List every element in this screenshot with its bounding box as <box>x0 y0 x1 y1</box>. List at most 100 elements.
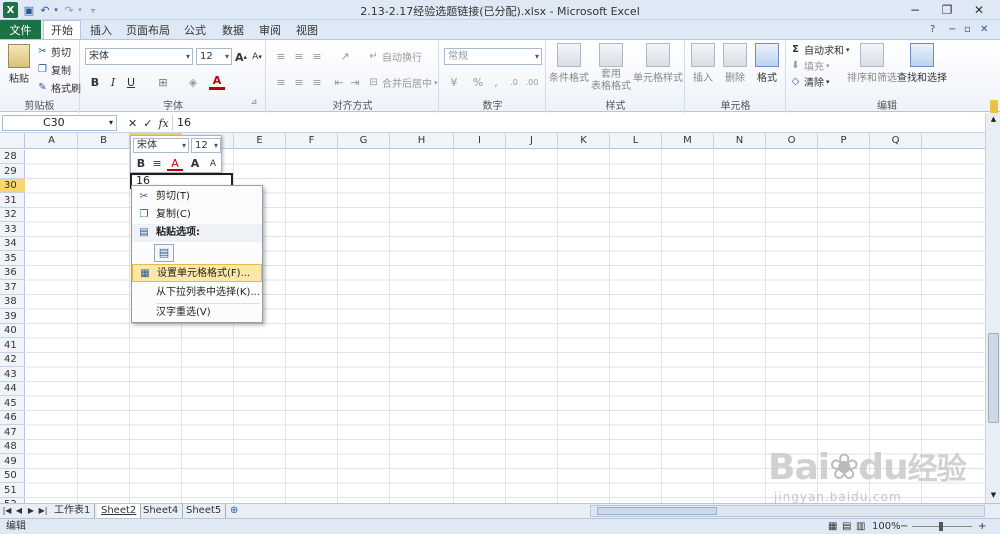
horizontal-scroll-thumb[interactable] <box>597 507 717 515</box>
column-header-i[interactable]: I <box>454 133 506 149</box>
row-header-43[interactable]: 43 <box>0 368 25 382</box>
tab-data[interactable]: 数据 <box>218 20 248 39</box>
zoom-slider-thumb[interactable] <box>939 522 943 531</box>
ribbon-close-icon[interactable]: ✕ <box>980 22 988 37</box>
first-sheet-icon[interactable]: |◀ <box>2 504 12 518</box>
clear-button[interactable]: ◇ 清除 ▾ <box>789 74 830 90</box>
align-top-icon[interactable]: ≡ <box>273 48 289 64</box>
new-sheet-icon[interactable]: ⊕ <box>226 504 242 518</box>
row-header-29[interactable]: 29 <box>0 165 25 179</box>
name-box[interactable]: C30 ▾ <box>2 115 117 131</box>
formula-input[interactable]: 16 <box>172 115 984 131</box>
column-header-m[interactable]: M <box>662 133 714 149</box>
scroll-up-icon[interactable]: ▲ <box>988 115 999 125</box>
sheet-tab-1[interactable]: 工作表1 <box>50 504 96 518</box>
ribbon-minimize-icon[interactable]: − <box>948 22 956 37</box>
font-name-combo[interactable]: 宋体 ▾ <box>85 48 193 65</box>
page-layout-view-icon[interactable]: ▤ <box>842 519 851 534</box>
row-header-45[interactable]: 45 <box>0 397 25 411</box>
menu-item-hanzi-reselect[interactable]: 汉字重选(V) <box>132 304 262 322</box>
zoom-in-button[interactable]: + <box>978 519 986 534</box>
enter-icon[interactable]: ✓ <box>143 117 152 130</box>
mini-grow-font-button[interactable]: A <box>187 157 203 171</box>
fill-button[interactable]: ⬇ 填充 ▾ <box>789 58 829 74</box>
row-header-28[interactable]: 28 <box>0 150 25 164</box>
sheet-tab-5[interactable]: Sheet5 <box>182 504 227 518</box>
column-header-p[interactable]: P <box>818 133 870 149</box>
row-header-49[interactable]: 49 <box>0 455 25 469</box>
insert-function-icon[interactable]: fx <box>158 117 168 130</box>
format-painter-button[interactable]: ✎ 格式刷 <box>36 80 81 96</box>
format-as-table-button[interactable]: 套用 表格格式 <box>591 40 631 96</box>
row-header-37[interactable]: 37 <box>0 281 25 295</box>
mini-bold-button[interactable]: B <box>133 157 149 171</box>
close-button[interactable]: ✕ <box>964 0 994 20</box>
column-header-j[interactable]: J <box>506 133 558 149</box>
mini-font-combo[interactable]: 宋体 ▾ <box>133 138 189 153</box>
sort-filter-button[interactable]: 排序和筛选 <box>847 40 897 96</box>
tab-file[interactable]: 文件 <box>0 20 41 39</box>
tab-insert[interactable]: 插入 <box>86 20 116 39</box>
row-header-39[interactable]: 39 <box>0 310 25 324</box>
zoom-out-button[interactable]: − <box>900 519 908 534</box>
italic-button[interactable]: I <box>105 74 121 90</box>
cancel-icon[interactable]: ✕ <box>128 117 137 130</box>
column-header-o[interactable]: O <box>766 133 818 149</box>
last-sheet-icon[interactable]: ▶| <box>38 504 48 518</box>
minimize-button[interactable]: − <box>900 0 930 20</box>
autosum-button[interactable]: Σ 自动求和 ▾ <box>789 42 849 58</box>
column-header-a[interactable]: A <box>26 133 78 149</box>
borders-icon[interactable]: ⊞ <box>155 74 171 90</box>
insert-cells-button[interactable]: 插入 <box>688 40 718 96</box>
mini-shrink-font-button[interactable]: A <box>205 157 221 171</box>
column-header-q[interactable]: Q <box>870 133 922 149</box>
underline-button[interactable]: U <box>123 74 139 90</box>
normal-view-icon[interactable]: ▦ <box>828 519 837 534</box>
row-header-50[interactable]: 50 <box>0 469 25 483</box>
row-header-48[interactable]: 48 <box>0 440 25 454</box>
row-header-44[interactable]: 44 <box>0 382 25 396</box>
fill-color-icon[interactable]: ◈ <box>185 74 201 90</box>
cut-button[interactable]: ✂ 剪切 <box>36 44 71 60</box>
help-icon[interactable]: ? <box>930 22 935 37</box>
conditional-format-button[interactable]: 条件格式 <box>549 40 589 96</box>
select-all-corner[interactable] <box>0 133 25 149</box>
shrink-font-button[interactable]: A ▾ <box>249 49 265 65</box>
vertical-scroll-thumb[interactable] <box>988 333 999 423</box>
merge-center-button[interactable]: ⊟ 合并后居中 ▾ <box>367 75 437 91</box>
font-size-combo[interactable]: 12 ▾ <box>196 48 232 65</box>
increase-indent-icon[interactable]: ⇥ <box>347 74 363 90</box>
align-right-icon[interactable]: ≡ <box>309 74 325 90</box>
restore-button[interactable]: ❐ <box>932 0 962 20</box>
font-color-button[interactable]: A <box>209 74 225 90</box>
sheet-tab-2[interactable]: Sheet2 <box>97 504 142 518</box>
row-header-35[interactable]: 35 <box>0 252 25 266</box>
row-header-31[interactable]: 31 <box>0 194 25 208</box>
zoom-level[interactable]: 100% <box>872 519 901 534</box>
percent-button[interactable]: % <box>470 74 486 90</box>
number-format-combo[interactable]: 常规 ▾ <box>444 48 542 65</box>
row-header-47[interactable]: 47 <box>0 426 25 440</box>
row-header-42[interactable]: 42 <box>0 353 25 367</box>
wrap-text-button[interactable]: ↵ 自动换行 <box>367 49 422 65</box>
decrease-decimal-icon[interactable]: .00 <box>524 74 540 90</box>
row-header-34[interactable]: 34 <box>0 237 25 251</box>
currency-icon[interactable]: ¥ <box>446 74 462 90</box>
next-sheet-icon[interactable]: ▶ <box>26 504 36 518</box>
row-header-32[interactable]: 32 <box>0 208 25 222</box>
column-header-h[interactable]: H <box>390 133 454 149</box>
column-header-l[interactable]: L <box>610 133 662 149</box>
tab-review[interactable]: 审阅 <box>255 20 285 39</box>
row-header-30[interactable]: 30 <box>0 179 25 193</box>
row-header-40[interactable]: 40 <box>0 324 25 338</box>
tab-home[interactable]: 开始 <box>43 20 81 39</box>
comma-button[interactable]: , <box>488 74 504 90</box>
copy-button[interactable]: ❐ 复制 <box>36 62 71 78</box>
paste-button[interactable]: 粘贴 <box>4 44 34 88</box>
row-header-41[interactable]: 41 <box>0 339 25 353</box>
prev-sheet-icon[interactable]: ◀ <box>14 504 24 518</box>
row-header-46[interactable]: 46 <box>0 411 25 425</box>
orientation-icon[interactable]: ↗ <box>337 48 353 64</box>
cell-styles-button[interactable]: 单元格样式 <box>633 40 683 96</box>
find-select-button[interactable]: 查找和选择 <box>897 40 947 96</box>
